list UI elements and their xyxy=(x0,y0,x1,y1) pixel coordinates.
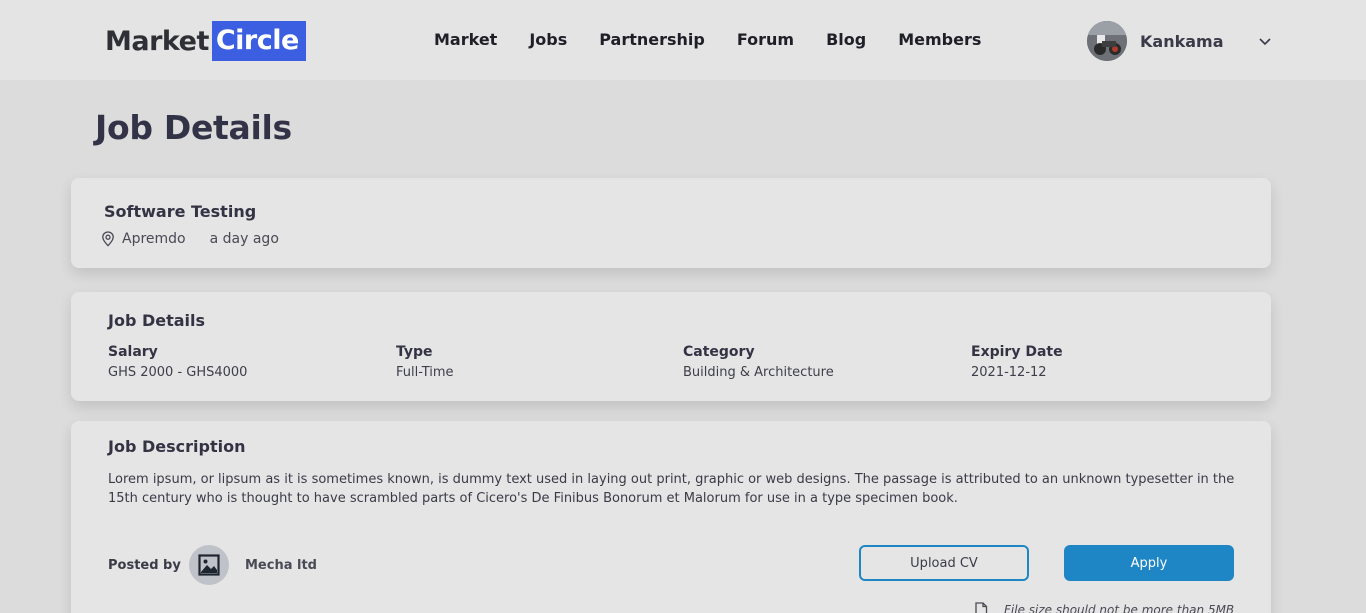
main-nav: Market Jobs Partnership Forum Blog Membe… xyxy=(434,30,1013,50)
upload-cv-button[interactable]: Upload CV xyxy=(859,545,1029,581)
job-description-card: Job Description Lorem ipsum, or lipsum a… xyxy=(71,421,1271,613)
location-pin-icon xyxy=(102,231,114,247)
document-icon xyxy=(975,602,988,613)
detail-type: Type Full-Time xyxy=(396,344,454,383)
avatar[interactable] xyxy=(1087,21,1127,61)
nav-item-forum[interactable]: Forum xyxy=(737,30,794,50)
image-placeholder-icon xyxy=(198,554,220,576)
chevron-down-icon[interactable] xyxy=(1256,32,1274,50)
user-menu[interactable]: Kankama xyxy=(1087,21,1274,61)
top-navbar: Market Circle Market Jobs Partnership Fo… xyxy=(0,0,1366,80)
job-location: Apremdo xyxy=(122,231,186,247)
job-title: Software Testing xyxy=(104,202,257,221)
company-name[interactable]: Mecha ltd xyxy=(245,558,317,573)
job-posted-time: a day ago xyxy=(209,231,279,247)
job-description-heading: Job Description xyxy=(108,437,246,456)
job-details-heading: Job Details xyxy=(108,311,206,330)
nav-item-market[interactable]: Market xyxy=(434,30,497,50)
job-meta: Apremdo a day ago xyxy=(101,231,279,247)
nav-item-partnership[interactable]: Partnership xyxy=(599,30,705,50)
file-size-note: File size should not be more than 5MB xyxy=(974,602,1234,613)
job-details-card: Job Details Salary GHS 2000 - GHS4000 Ty… xyxy=(71,292,1271,401)
detail-value: Full-Time xyxy=(396,365,454,380)
detail-label: Salary xyxy=(108,344,158,360)
page-title: Job Details xyxy=(95,108,292,147)
job-description-text: Lorem ipsum, or lipsum as it is sometime… xyxy=(108,472,1235,506)
detail-expiry-date: Expiry Date 2021-12-12 xyxy=(971,344,1063,383)
detail-value: GHS 2000 - GHS4000 xyxy=(108,365,248,380)
apply-button[interactable]: Apply xyxy=(1064,545,1234,581)
user-name[interactable]: Kankama xyxy=(1140,32,1250,51)
posted-by-label: Posted by xyxy=(108,557,181,573)
brand-logo-part1: Market xyxy=(105,25,209,57)
detail-value: Building & Architecture xyxy=(683,365,834,380)
job-summary-card: Software Testing Apremdo a day ago xyxy=(71,178,1271,268)
file-size-note-text: File size should not be more than 5MB xyxy=(1004,603,1235,613)
detail-salary: Salary GHS 2000 - GHS4000 xyxy=(108,344,247,383)
detail-label: Type xyxy=(396,344,433,360)
company-logo[interactable] xyxy=(189,545,229,585)
detail-category: Category Building & Architecture xyxy=(683,344,834,383)
brand-logo[interactable]: Market Circle xyxy=(105,21,306,61)
brand-logo-part2: Circle xyxy=(211,21,306,61)
posted-by: Posted by Mecha ltd xyxy=(108,545,317,585)
nav-item-members[interactable]: Members xyxy=(898,30,981,50)
detail-value: 2021-12-12 xyxy=(971,365,1047,380)
nav-item-jobs[interactable]: Jobs xyxy=(529,30,567,50)
nav-item-blog[interactable]: Blog xyxy=(826,30,866,50)
detail-label: Category xyxy=(683,344,755,360)
detail-label: Expiry Date xyxy=(971,344,1063,360)
